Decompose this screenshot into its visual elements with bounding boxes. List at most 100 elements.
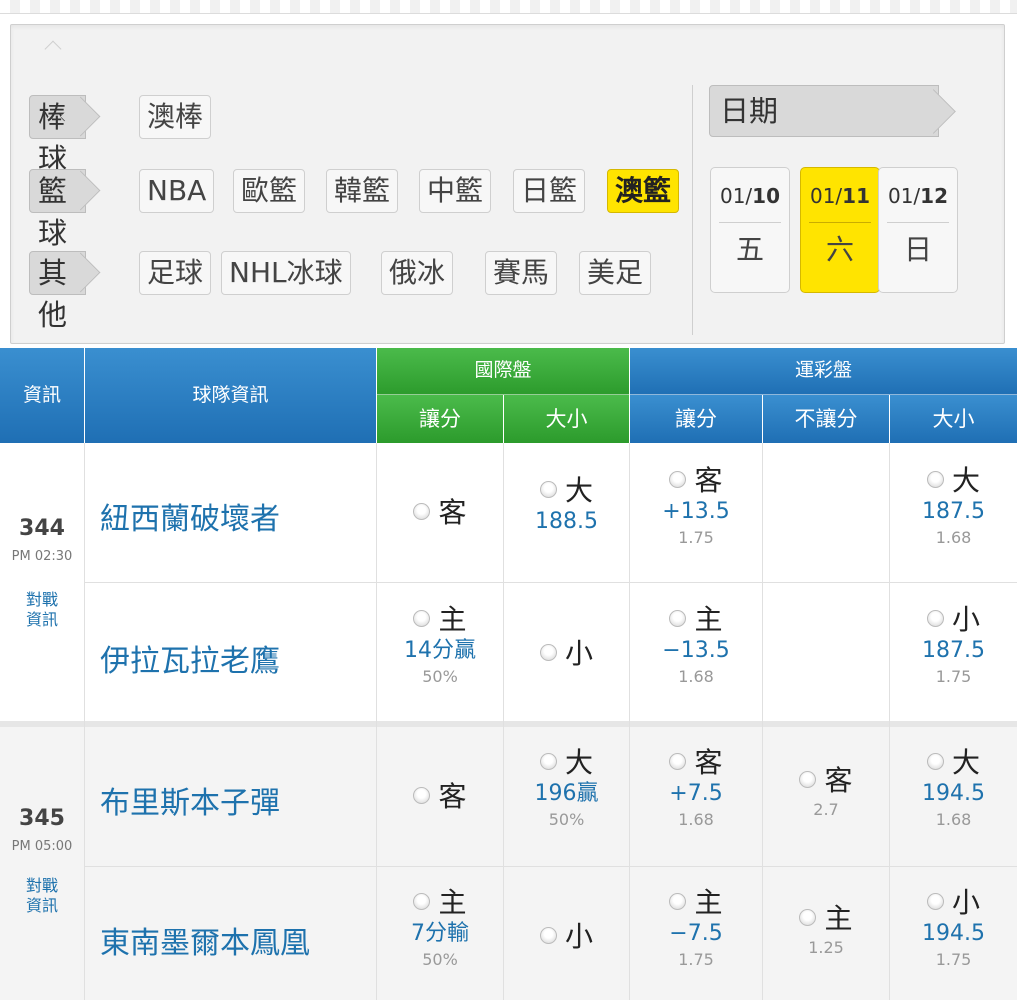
radio-icon[interactable]: [926, 470, 944, 488]
odds-side-label: 小: [951, 603, 980, 636]
odds-value: 196贏: [534, 781, 599, 806]
chip-euro-basketball[interactable]: 歐籃: [233, 169, 306, 213]
grid-line: [84, 582, 1017, 583]
date-weekday: 五: [735, 233, 764, 266]
lot-spread-home[interactable]: 主 −13.5 1.68: [630, 603, 762, 689]
odds-side-label: 主: [824, 902, 853, 935]
intl-spread-away[interactable]: 客: [377, 496, 503, 530]
odds-side-label: 主: [438, 603, 467, 636]
match-number-text: 345: [19, 806, 65, 831]
lot-spread-away[interactable]: 客 +13.5 1.75: [630, 464, 762, 550]
date-card-0111[interactable]: 01/11 六: [800, 167, 880, 293]
chip-nhl-hockey[interactable]: NHL冰球: [221, 251, 351, 295]
odds-side-label: 大: [564, 746, 593, 779]
radio-icon[interactable]: [413, 892, 431, 910]
intl-spread-away[interactable]: 客: [377, 780, 503, 814]
odds-rate: 1.75: [935, 950, 972, 969]
radio-icon[interactable]: [539, 752, 557, 770]
odds-rate: 1.68: [678, 810, 714, 829]
vs-info-line2: 資訊: [25, 896, 58, 915]
header-divider: [377, 394, 1017, 395]
vs-info-line1: 對戰: [25, 590, 58, 609]
lot-moneyline-home[interactable]: 主 1.25: [763, 902, 889, 960]
intl-spread-home[interactable]: 主 14分贏 50%: [377, 603, 503, 689]
odds-value: −13.5: [662, 638, 730, 663]
panel-notch: [44, 40, 62, 58]
category-label-basketball: 籃球: [29, 169, 87, 250]
radio-icon[interactable]: [669, 609, 687, 627]
date-day: 10: [752, 184, 781, 208]
intl-total-away[interactable]: 大 188.5: [504, 474, 629, 536]
odds-rate: 1.75: [678, 528, 714, 547]
filter-panel: 棒球 澳棒 籃球 NBA 歐籃 韓籃 中籃 日籃 澳籃 其他 足球 NHL冰球 …: [10, 24, 1005, 344]
radio-icon[interactable]: [799, 908, 817, 926]
lot-total-home[interactable]: 小 187.5 1.75: [890, 603, 1017, 689]
chip-aus-baseball[interactable]: 澳棒: [139, 95, 212, 139]
chip-soccer[interactable]: 足球: [139, 251, 212, 295]
radio-icon[interactable]: [669, 470, 687, 488]
odds-value: 14分贏: [404, 638, 476, 663]
radio-icon[interactable]: [413, 502, 431, 520]
chip-korea-basketball[interactable]: 韓籃: [326, 169, 399, 213]
chip-american-football[interactable]: 美足: [579, 251, 652, 295]
odds-side-label: 客: [438, 496, 467, 529]
radio-icon[interactable]: [413, 609, 431, 627]
team-name-away[interactable]: 布里斯本子彈: [100, 778, 280, 822]
chip-russia-hockey[interactable]: 俄冰: [381, 251, 454, 295]
odds-value: +7.5: [669, 781, 723, 806]
radio-icon[interactable]: [669, 752, 687, 770]
odds-side-label: 客: [694, 464, 723, 497]
odds-value: +13.5: [662, 499, 730, 524]
grid-line: [84, 443, 85, 1000]
odds-side-label: 主: [694, 603, 723, 636]
lot-total-home[interactable]: 小 194.5 1.75: [890, 886, 1017, 972]
odds-value: 7分輸: [411, 921, 469, 946]
header-divider: [84, 348, 85, 443]
radio-icon[interactable]: [539, 926, 557, 944]
lot-spread-away[interactable]: 客 +7.5 1.68: [630, 746, 762, 832]
odds-rate: 1.68: [935, 810, 972, 829]
team-name-away[interactable]: 紐西蘭破壞者: [100, 494, 280, 538]
date-month: 01/: [719, 184, 753, 208]
chip-japan-basketball[interactable]: 日籃: [513, 169, 586, 213]
team-name-home[interactable]: 東南墨爾本鳳凰: [100, 918, 310, 962]
odds-side-label: 主: [694, 886, 723, 919]
radio-icon[interactable]: [669, 892, 687, 910]
intl-total-home[interactable]: 小: [504, 920, 629, 954]
odds-value: 187.5: [922, 499, 985, 524]
lot-total-away[interactable]: 大 194.5 1.68: [890, 746, 1017, 832]
odds-value: 187.5: [922, 638, 985, 663]
intl-total-away[interactable]: 大 196贏 50%: [504, 746, 629, 832]
odds-side-label: 大: [951, 746, 980, 779]
lot-moneyline-away[interactable]: 客 2.7: [763, 764, 889, 822]
radio-icon[interactable]: [926, 609, 944, 627]
header-intl-group: 國際盤: [377, 348, 629, 395]
lot-total-away[interactable]: 大 187.5 1.68: [890, 464, 1017, 550]
date-card-0112[interactable]: 01/12 日: [878, 167, 958, 293]
radio-icon[interactable]: [539, 480, 557, 498]
chip-aus-basketball[interactable]: 澳籃: [607, 169, 680, 213]
intl-total-home[interactable]: 小: [504, 637, 629, 671]
radio-icon[interactable]: [926, 752, 944, 770]
chip-china-basketball[interactable]: 中籃: [419, 169, 492, 213]
chip-nba[interactable]: NBA: [139, 169, 215, 213]
lot-spread-home[interactable]: 主 −7.5 1.75: [630, 886, 762, 972]
category-label-baseball: 棒球: [29, 95, 87, 176]
vs-info-link[interactable]: 對戰 資訊: [0, 876, 84, 916]
header-divider: [376, 348, 377, 443]
radio-icon[interactable]: [926, 892, 944, 910]
radio-icon[interactable]: [799, 770, 817, 788]
chip-horse-racing[interactable]: 賽馬: [485, 251, 558, 295]
date-card-0110[interactable]: 01/10 五: [710, 167, 790, 293]
date-divider: [809, 222, 871, 223]
date-title: 日期: [709, 85, 939, 137]
panel-divider: [692, 85, 693, 335]
radio-icon[interactable]: [413, 786, 431, 804]
radio-icon[interactable]: [539, 643, 557, 661]
intl-spread-home[interactable]: 主 7分輸 50%: [377, 886, 503, 972]
odds-side-label: 大: [564, 474, 593, 507]
team-name-home[interactable]: 伊拉瓦拉老鷹: [100, 636, 280, 680]
odds-percent: 50%: [422, 950, 458, 969]
odds-rate: 1.75: [678, 950, 714, 969]
vs-info-link[interactable]: 對戰 資訊: [0, 590, 84, 630]
